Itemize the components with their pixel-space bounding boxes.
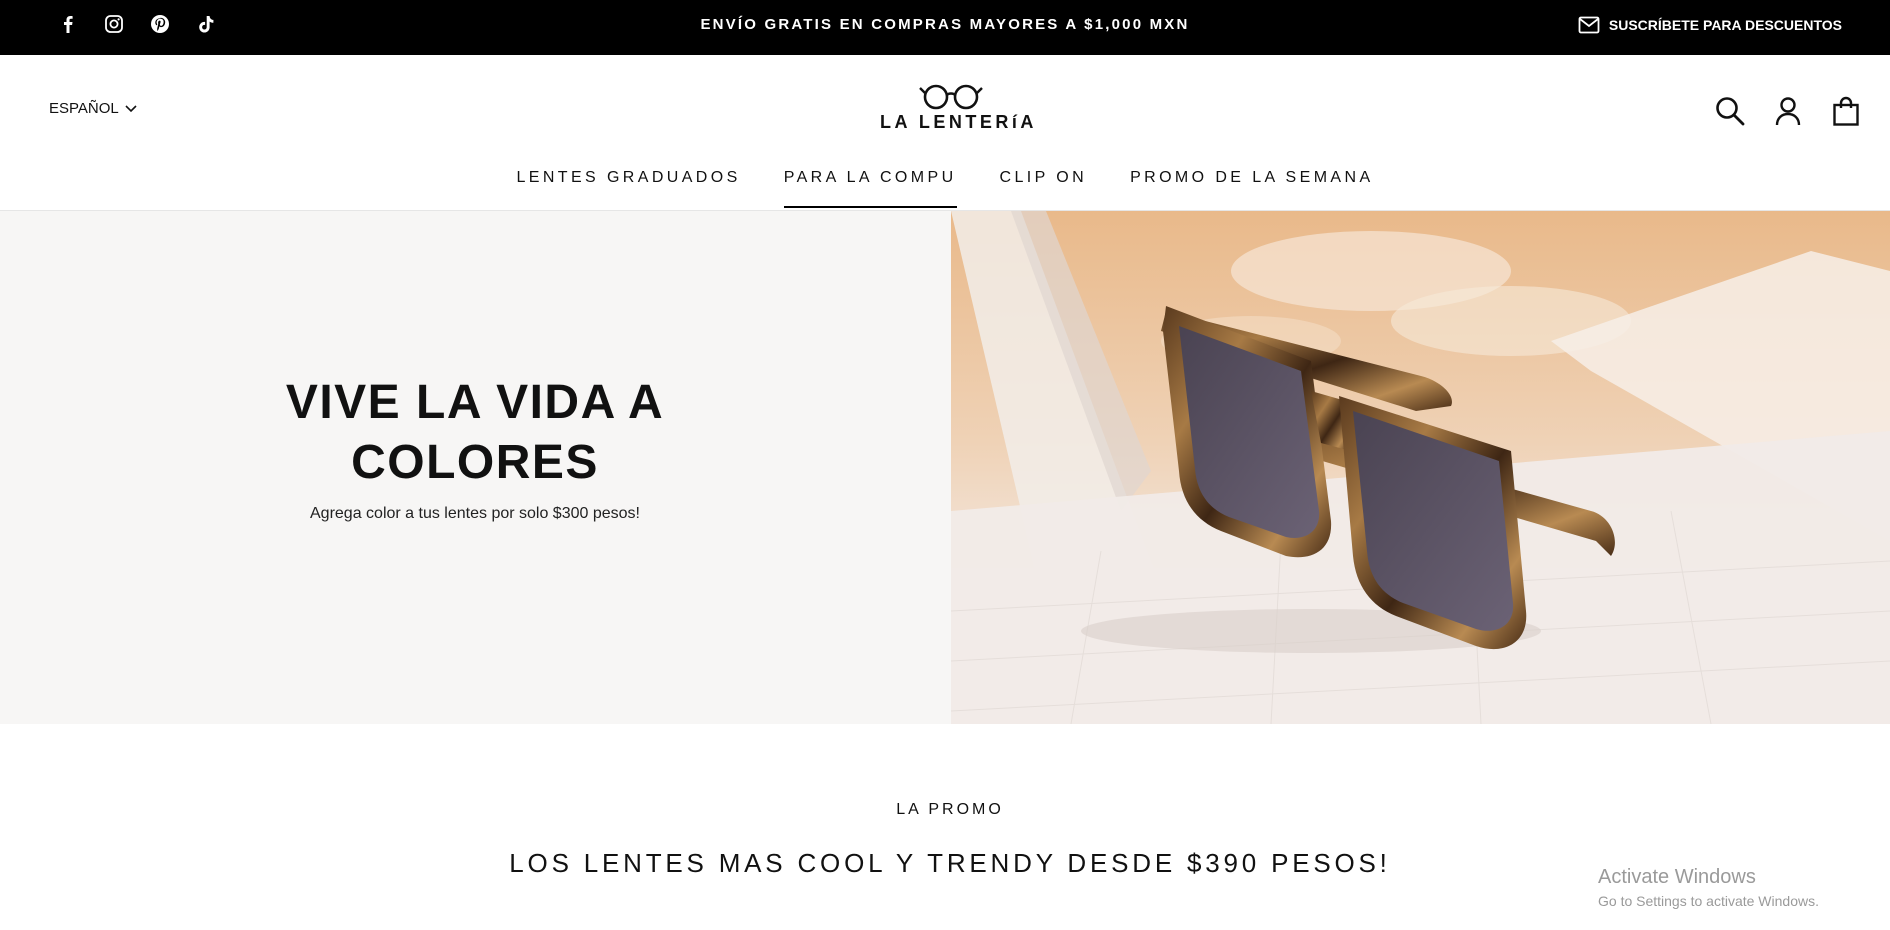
announcement-bar: ENVÍO GRATIS EN COMPRAS MAYORES A $1,000…	[0, 0, 1890, 55]
language-label: ESPAÑOL	[49, 100, 119, 117]
nav-clip-on[interactable]: CLIP ON	[1000, 169, 1088, 208]
site-header: ESPAÑOL LA LENTERíA LENTES GRADUADOS PAR…	[0, 55, 1890, 211]
subscribe-label: SUSCRÍBETE PARA DESCUENTOS	[1608, 17, 1842, 33]
nav-promo-de-la-semana[interactable]: PROMO DE LA SEMANA	[1130, 169, 1373, 208]
hero-title: VIVE LA VIDA A COLORES	[285, 376, 665, 489]
watermark-line2: Go to Settings to activate Windows.	[1598, 893, 1819, 909]
main-nav: LENTES GRADUADOS PARA LA COMPU CLIP ON P…	[0, 169, 1890, 208]
hero-subtitle: Agrega color a tus lentes por solo $300 …	[310, 505, 640, 522]
bag-icon[interactable]	[1830, 95, 1862, 127]
promo-kicker: LA PROMO	[896, 801, 1004, 818]
mail-icon	[1578, 16, 1600, 34]
glasses-logo-icon	[919, 84, 983, 110]
nav-lentes-graduados[interactable]: LENTES GRADUADOS	[516, 169, 740, 208]
windows-activation-watermark: Activate Windows Go to Settings to activ…	[1598, 866, 1819, 909]
brand-logo[interactable]: LA LENTERíA	[880, 81, 1037, 133]
hero-banner: VIVE LA VIDA A COLORES Agrega color a tu…	[0, 211, 1890, 724]
subscribe-link[interactable]: SUSCRÍBETE PARA DESCUENTOS	[1578, 16, 1842, 34]
account-icon[interactable]	[1772, 95, 1804, 127]
language-selector[interactable]: ESPAÑOL	[49, 100, 137, 117]
brand-name: LA LENTERíA	[880, 112, 1037, 132]
header-actions	[1714, 95, 1862, 127]
hero-sunglasses-image[interactable]	[951, 211, 1890, 724]
search-icon[interactable]	[1714, 95, 1746, 127]
hero-text-panel: VIVE LA VIDA A COLORES Agrega color a tu…	[0, 211, 951, 724]
sunglasses-photo	[951, 211, 1890, 724]
nav-para-la-compu[interactable]: PARA LA COMPU	[783, 169, 957, 208]
chevron-down-icon	[125, 104, 137, 112]
watermark-line1: Activate Windows	[1598, 866, 1756, 888]
